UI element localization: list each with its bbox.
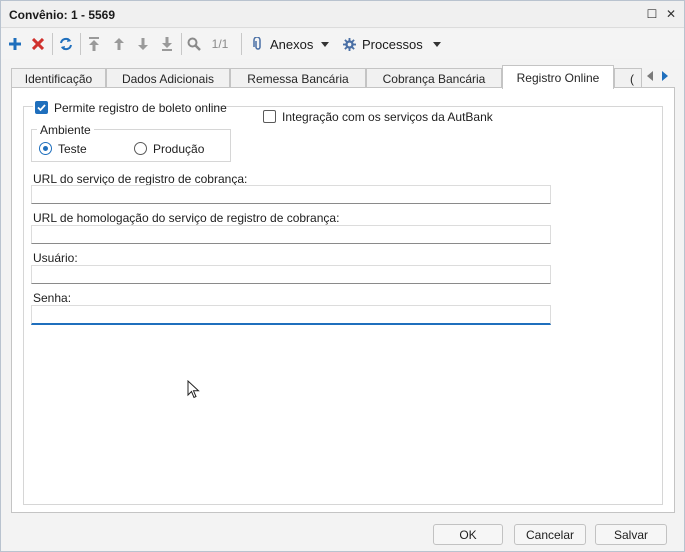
url-homologacao-label: URL de homologação do serviço de registr… [33,211,340,225]
tab-label: ( [630,71,634,86]
ambiente-teste-radio[interactable] [39,142,52,155]
toolbar: 1/1 Anexos Processos [1,29,684,59]
toolbar-separator [52,33,53,55]
dialog-window: Convênio: 1 - 5569 ☐ ✕ 1/1 Anexos Proces… [0,0,685,552]
close-button[interactable]: ✕ [663,6,679,22]
dialog-footer: OK Cancelar Salvar [1,517,684,551]
anexos-menu[interactable]: Anexos [253,34,333,54]
tab-label: Cobrança Bancária [382,71,486,86]
ok-button[interactable]: OK [433,524,503,545]
refresh-icon [60,37,72,51]
url-homologacao-input[interactable] [31,225,551,244]
tab-bar: Identificação Dados Adicionais Remessa B… [11,65,675,89]
permite-registro-checkbox[interactable] [35,101,48,114]
toolbar-separator [80,33,81,55]
first-record-button[interactable] [86,34,102,54]
last-icon [162,37,172,51]
tab-dados-adicionais[interactable]: Dados Adicionais [106,68,230,88]
tab-overflow[interactable]: ( [614,68,642,88]
ambiente-producao-label: Produção [153,142,205,156]
integracao-autbank-checkbox[interactable] [263,110,276,123]
tab-registro-online[interactable]: Registro Online [502,65,614,89]
search-button[interactable] [186,34,202,54]
tab-identificacao[interactable]: Identificação [11,68,106,88]
next-icon [138,38,148,50]
processos-label: Processos [362,36,423,52]
mouse-cursor-icon [187,380,200,399]
tab-remessa-bancaria[interactable]: Remessa Bancária [230,68,366,88]
url-registro-label: URL do serviço de registro de cobrança: [33,172,248,186]
restore-button[interactable]: ☐ [644,6,660,22]
next-record-button[interactable] [135,34,151,54]
ambiente-teste-label: Teste [58,142,87,156]
url-registro-input[interactable] [31,185,551,204]
usuario-label: Usuário: [33,251,78,265]
cancel-button[interactable]: Cancelar [514,524,586,545]
check-icon [37,104,46,112]
toolbar-separator [241,33,242,55]
save-button[interactable]: Salvar [595,524,667,545]
senha-input[interactable] [31,305,551,325]
previous-record-button[interactable] [111,34,127,54]
tab-scroll-right-icon[interactable] [661,71,669,81]
anexos-label: Anexos [270,36,314,52]
tab-label: Registro Online [516,70,600,85]
integracao-autbank-label: Integração com os serviços da AutBank [282,110,493,124]
ambiente-legend: Ambiente [37,123,94,137]
processos-menu[interactable]: Processos [343,34,443,54]
search-icon [187,37,201,51]
refresh-button[interactable] [57,34,75,54]
chevron-down-icon [432,41,441,47]
permite-registro-label: Permite registro de boleto online [54,101,227,115]
delete-button[interactable] [30,34,46,54]
tab-scroll-buttons [642,66,672,86]
usuario-input[interactable] [31,265,551,284]
senha-label: Senha: [33,291,72,305]
last-record-button[interactable] [159,34,175,54]
tab-label: Remessa Bancária [247,71,349,86]
toolbar-separator [181,33,182,55]
add-icon [9,38,21,50]
previous-icon [114,38,124,50]
tab-scroll-left-icon[interactable] [646,71,654,81]
tab-label: Identificação [24,71,93,86]
add-button[interactable] [7,34,23,54]
tab-label: Dados Adicionais [121,71,215,86]
window-title: Convênio: 1 - 5569 [9,8,116,22]
chevron-down-icon [321,41,330,47]
title-bar[interactable]: Convênio: 1 - 5569 ☐ ✕ [1,1,684,28]
paperclip-icon [253,37,261,50]
ambiente-producao-radio[interactable] [134,142,147,155]
first-icon [89,37,99,51]
tab-cobranca-bancaria[interactable]: Cobrança Bancária [366,68,502,88]
gear-icon [343,37,356,51]
delete-icon [32,38,44,50]
page-indicator: 1/1 [211,37,229,51]
